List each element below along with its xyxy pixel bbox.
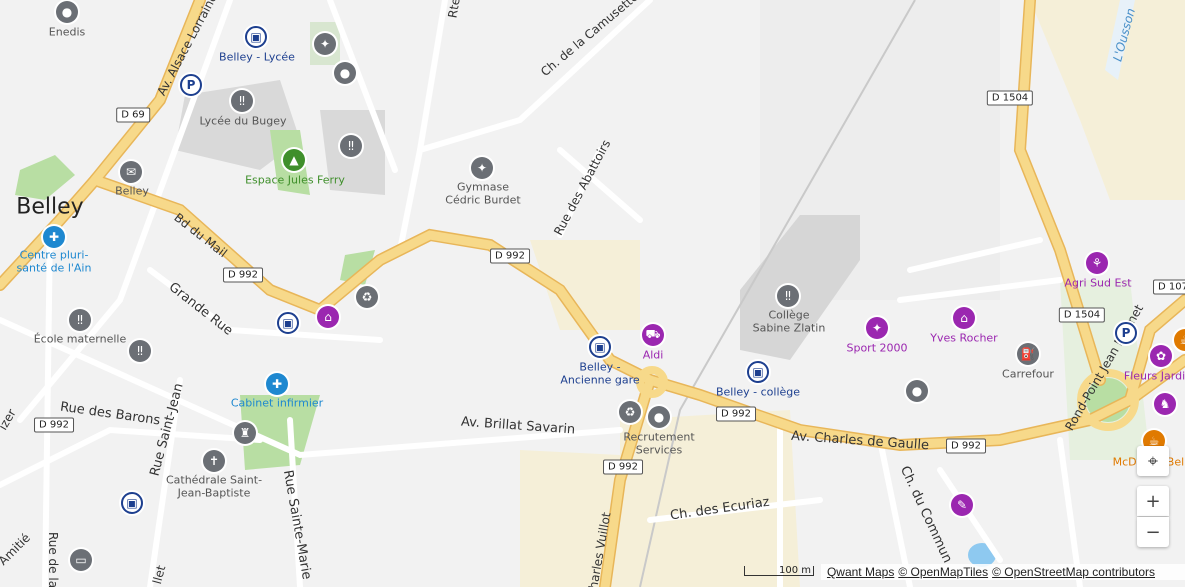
attribution-qwant-link[interactable]: Qwant Maps xyxy=(827,565,894,579)
recycling-icon[interactable]: ♻ xyxy=(356,286,378,308)
church-icon[interactable]: ✝ xyxy=(203,450,225,472)
plus-icon: + xyxy=(1145,490,1161,512)
landuse-industrial-ne xyxy=(1030,0,1185,200)
poi-label-enedis: Enedis xyxy=(48,25,86,39)
poi-label-belley-college: Belley - collège xyxy=(715,385,801,399)
poi-label-ecole: École maternelle xyxy=(33,332,127,346)
street-rue-de-la: Rue de la xyxy=(45,531,60,587)
sport-icon[interactable]: ✦ xyxy=(314,33,336,55)
map-pin-icon[interactable]: ● xyxy=(906,380,928,402)
shield-d992: D 992 xyxy=(223,267,263,283)
hardware-wrench-icon[interactable]: ✎ xyxy=(951,494,973,516)
school-icon[interactable]: ‼ xyxy=(340,135,362,157)
zoom-in-button[interactable]: + xyxy=(1137,486,1169,516)
monument-icon[interactable]: ♜ xyxy=(234,422,256,444)
school-icon[interactable]: ‼ xyxy=(777,285,799,307)
bus-stop-icon[interactable]: ▣ xyxy=(747,361,769,383)
poi-label-ancienne-gare: Belley - Ancienne gare xyxy=(560,360,640,386)
town-label-belley: Belley xyxy=(16,194,84,220)
parking-icon[interactable]: P xyxy=(180,74,202,96)
bus-stop-icon[interactable]: ▣ xyxy=(589,336,611,358)
bus-stop-icon[interactable]: ▣ xyxy=(121,492,143,514)
health-icon[interactable]: ✚ xyxy=(43,226,65,248)
poi-label-fleurs-jardin: Fleurs Jardin xyxy=(1123,369,1185,383)
attribution-osm-link[interactable]: © OpenStreetMap contributors xyxy=(992,565,1155,579)
poi-label-carrefour: Carrefour xyxy=(1002,367,1054,381)
poi-label-yves-rocher: Yves Rocher xyxy=(930,331,998,345)
poi-label-cathedrale: Cathédrale Saint- Jean-Baptiste xyxy=(165,473,263,499)
sport-shop-icon[interactable]: ✦ xyxy=(866,317,888,339)
poi-label-sport2000: Sport 2000 xyxy=(846,341,908,355)
florist-icon[interactable]: ✿ xyxy=(1150,345,1172,367)
poi-label-bell: Bell xyxy=(1166,455,1185,469)
poi-label-cabinet: Cabinet infirmier xyxy=(230,396,324,410)
shield-d1504: D 1504 xyxy=(986,90,1034,106)
locate-icon: ⌖ xyxy=(1147,450,1159,472)
attribution-omt-link[interactable]: © OpenMapTiles xyxy=(898,565,988,579)
post-office-icon[interactable]: ✉ xyxy=(120,161,142,183)
sport-icon[interactable]: ✦ xyxy=(471,157,493,179)
minus-icon: − xyxy=(1145,521,1161,543)
poi-label-jules-ferry: Espace Jules Ferry xyxy=(245,173,345,187)
poi-label-aldi: Aldi xyxy=(642,348,664,362)
school-icon[interactable]: ‼ xyxy=(231,90,253,112)
map-pin-icon[interactable]: ● xyxy=(56,1,78,23)
poi-label-agri-sud-est: Agri Sud Est xyxy=(1064,276,1132,290)
zoom-out-button[interactable]: − xyxy=(1137,517,1169,547)
shopping-cart-icon[interactable]: ⛟ xyxy=(642,324,664,346)
attribution: Qwant Maps © OpenMapTiles © OpenStreetMa… xyxy=(820,564,1185,580)
shield-d1504: D 1504 xyxy=(1058,307,1106,323)
shield-d992: D 992 xyxy=(716,406,756,422)
health-icon[interactable]: ✚ xyxy=(266,373,288,395)
shield-d992: D 992 xyxy=(946,438,986,454)
shop-basket-icon[interactable]: ⌂ xyxy=(953,307,975,329)
green-park-west xyxy=(15,155,75,200)
map-pin-icon[interactable]: ● xyxy=(648,406,670,428)
school-icon[interactable]: ‼ xyxy=(69,309,91,331)
poi-label-belley-lycee: Belley - Lycée xyxy=(219,50,295,64)
bus-stop-icon[interactable]: ▣ xyxy=(245,26,267,48)
locate-button[interactable]: ⌖ xyxy=(1137,446,1169,476)
shop-icon[interactable]: ⚘ xyxy=(1086,252,1108,274)
poi-label-college-zlatin: Collège Sabine Zlatin xyxy=(752,308,826,334)
scale-bar: 100 m xyxy=(744,566,814,576)
poi-label-lycee-bugey: Lycée du Bugey xyxy=(199,114,287,128)
poi-label-recrutement: Recrutement Services xyxy=(623,430,695,456)
poi-label-gymnase: Gymnase Cédric Burdet xyxy=(445,180,521,206)
map-pin-icon[interactable]: ● xyxy=(334,62,356,84)
shop-basket-icon[interactable]: ⌂ xyxy=(317,306,339,328)
fuel-icon[interactable]: ⛽ xyxy=(1017,343,1039,365)
poi-label-belley-poi: Belley xyxy=(115,184,149,198)
bus-stop-icon[interactable]: ▣ xyxy=(277,312,299,334)
shield-d992: D 992 xyxy=(603,459,643,475)
recycling-icon[interactable]: ♻ xyxy=(619,401,641,423)
shield-d992: D 992 xyxy=(490,248,530,264)
park-tree-icon[interactable]: ▲ xyxy=(283,149,305,171)
map-canvas[interactable]: Av. Alsace Lorraine Rte Ch. de la Camuse… xyxy=(0,0,1185,587)
school-icon[interactable]: ‼ xyxy=(129,340,151,362)
shield-d69: D 69 xyxy=(116,107,150,123)
poi-label-centre-sante: Centre pluri- santé de l'Ain xyxy=(16,248,92,274)
pet-shop-icon[interactable]: ♞ xyxy=(1154,393,1176,415)
lodging-icon[interactable]: ▭ xyxy=(70,549,92,571)
shield-d107: D 107 xyxy=(1153,279,1185,295)
parking-icon[interactable]: P xyxy=(1115,322,1137,344)
shield-d992: D 992 xyxy=(34,417,74,433)
